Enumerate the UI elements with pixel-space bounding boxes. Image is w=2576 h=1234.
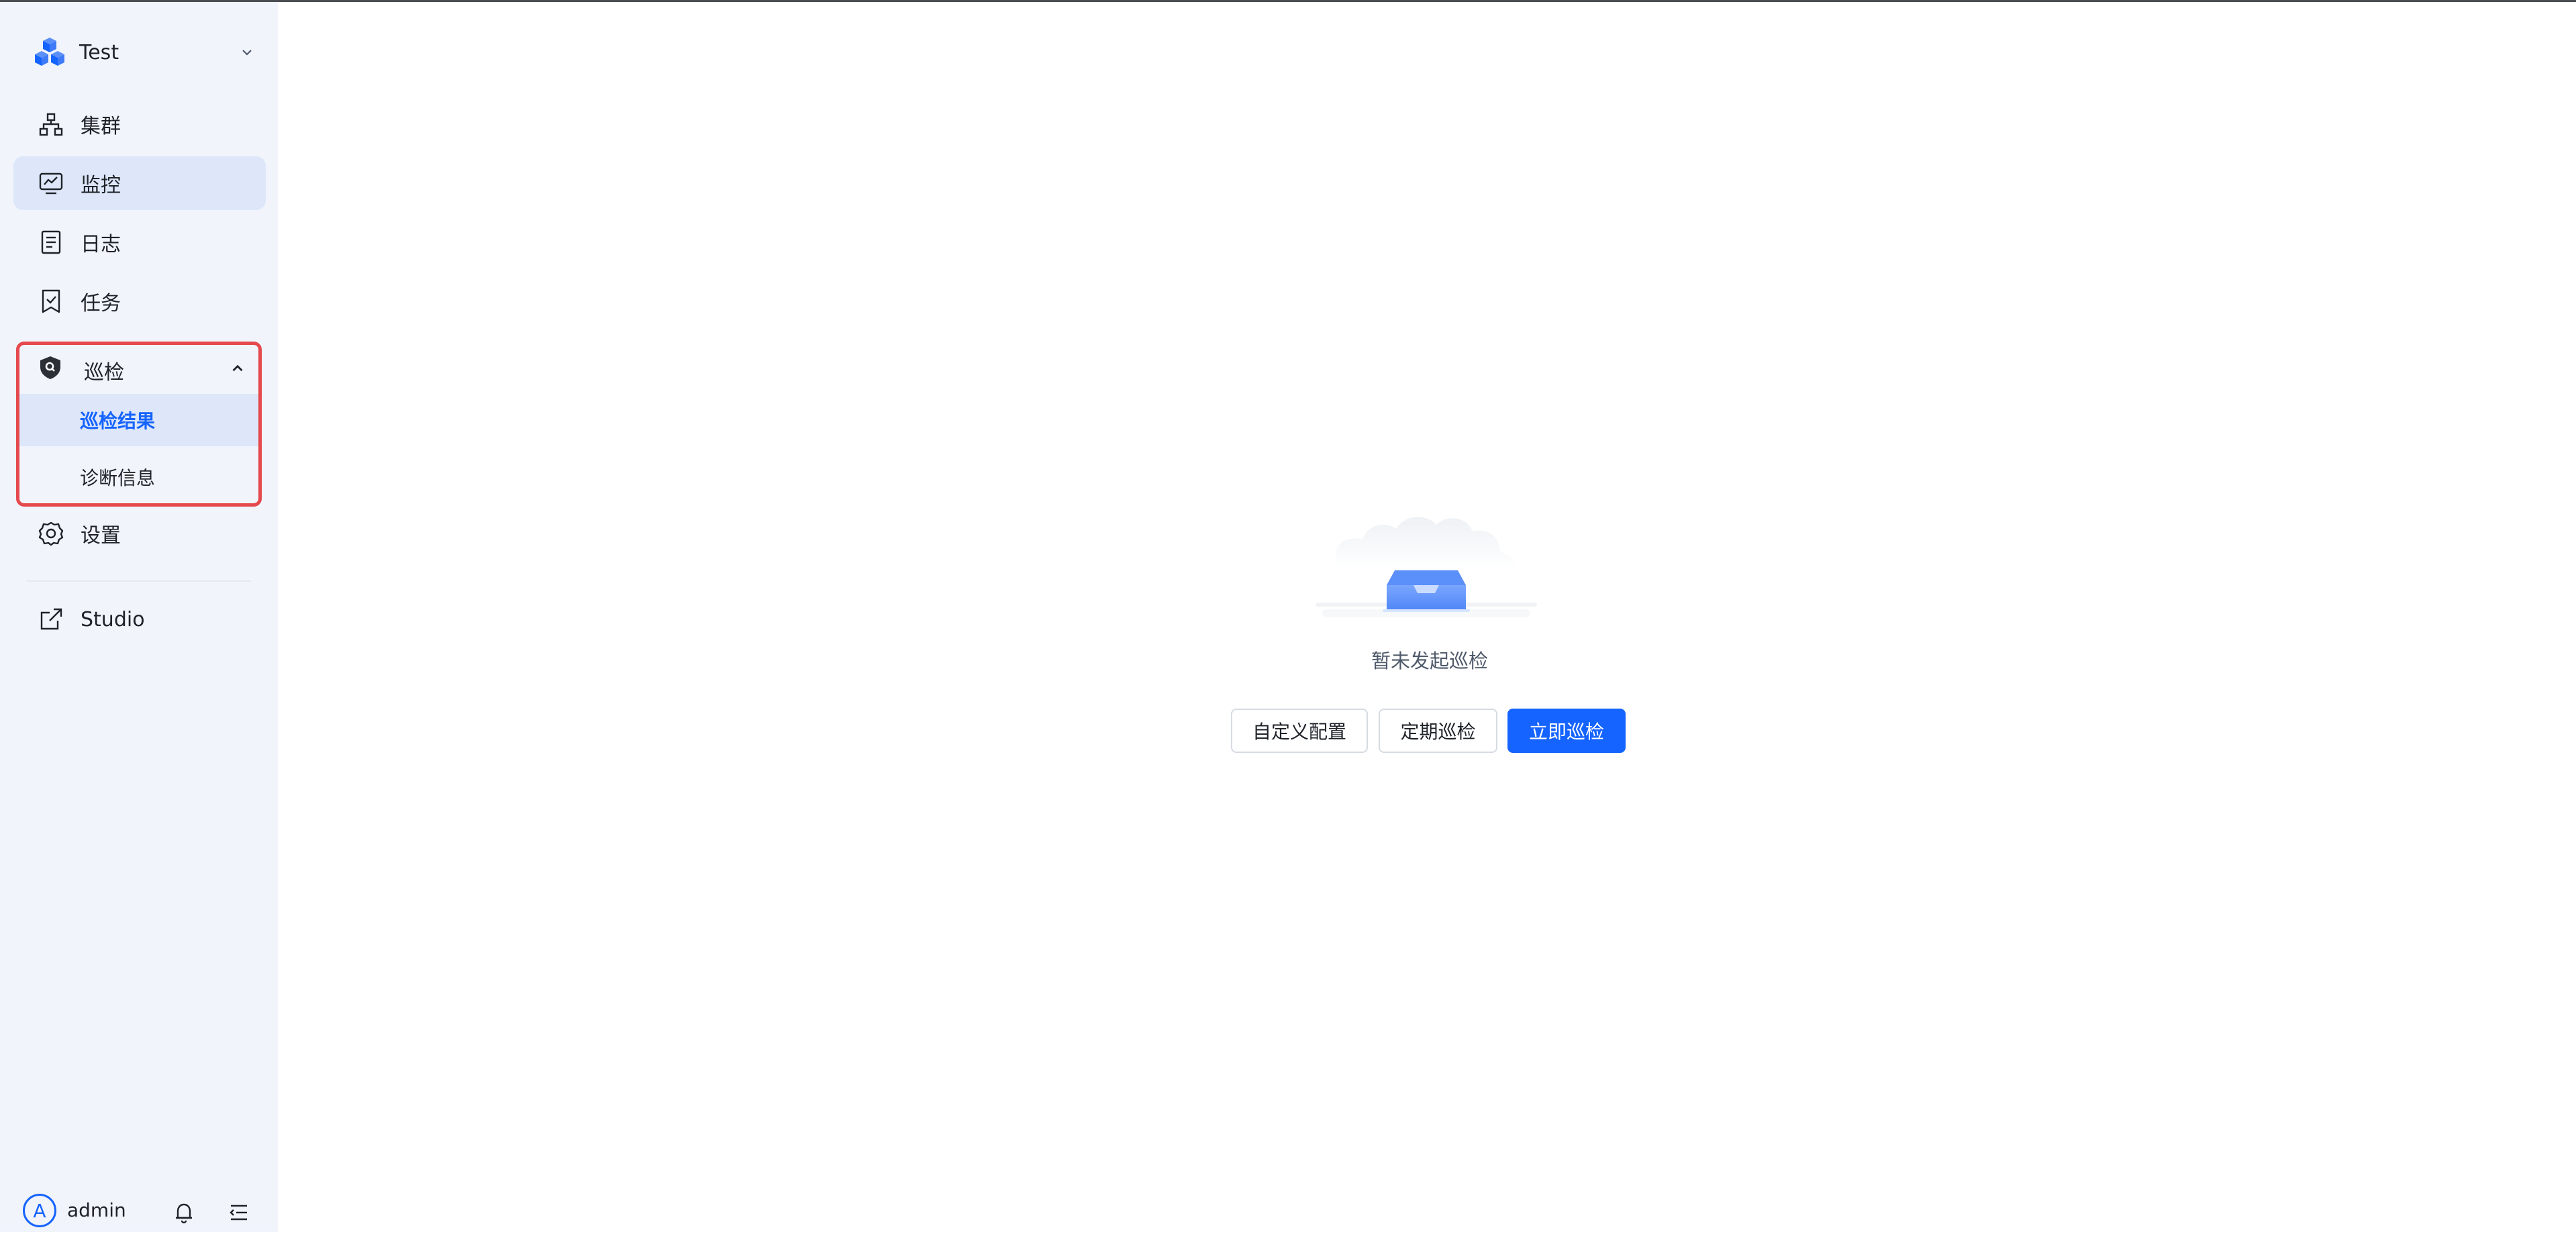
nav-item-settings[interactable]: 设置 xyxy=(13,507,266,560)
task-bookmark-icon xyxy=(42,289,60,313)
nav-item-studio[interactable]: Studio xyxy=(13,593,266,646)
workspace-name: Test xyxy=(79,40,119,64)
bell-icon[interactable] xyxy=(172,1200,196,1225)
shield-search-icon xyxy=(40,356,60,379)
monitor-chart-icon xyxy=(39,172,63,195)
collapse-menu-icon[interactable] xyxy=(227,1200,251,1225)
nav-item-logs[interactable]: 日志 xyxy=(13,215,266,269)
nav-label-settings: 设置 xyxy=(81,524,121,548)
nav-label-studio: Studio xyxy=(81,607,145,631)
gear-icon xyxy=(38,521,64,546)
nav-label-tasks: 任务 xyxy=(81,292,121,315)
nav-subitem-diagnostics[interactable]: 诊断信息 xyxy=(19,451,258,503)
sidebar: Test 集群 监控 日志 任务 巡检 巡检结果 诊断信息 设置 Studio … xyxy=(0,2,278,1232)
custom-config-button[interactable]: 自定义配置 xyxy=(1231,709,1368,753)
nav-sublabel-inspection-results: 巡检结果 xyxy=(80,410,156,432)
run-inspection-now-button[interactable]: 立即巡检 xyxy=(1507,709,1626,753)
sidebar-divider xyxy=(27,580,251,582)
empty-inbox-illustration xyxy=(1316,517,1537,617)
nav-item-inspection[interactable]: 巡检 xyxy=(19,345,258,392)
window-top-border xyxy=(0,0,2576,2)
nav-label-monitor: 监控 xyxy=(81,174,121,197)
avatar[interactable]: A xyxy=(23,1194,56,1227)
chevron-down-icon xyxy=(242,50,252,56)
nav-label-cluster: 集群 xyxy=(81,115,121,138)
nav-item-tasks[interactable]: 任务 xyxy=(13,274,266,328)
nav-item-monitor[interactable]: 监控 xyxy=(13,156,266,210)
cluster-icon xyxy=(39,113,63,136)
nav-subitem-inspection-results[interactable]: 巡检结果 xyxy=(19,394,258,446)
nav-sublabel-diagnostics: 诊断信息 xyxy=(80,467,156,489)
scheduled-inspection-button[interactable]: 定期巡检 xyxy=(1379,709,1497,753)
workspace-switcher[interactable]: Test xyxy=(34,32,255,72)
sidebar-footer: A admin xyxy=(0,1191,278,1234)
cubes-logo-icon xyxy=(35,38,64,66)
nav-item-cluster[interactable]: 集群 xyxy=(13,97,266,151)
empty-state-message: 暂未发起巡检 xyxy=(1371,650,1488,672)
nav-group-inspection: 巡检 巡检结果 诊断信息 xyxy=(16,342,262,507)
document-icon xyxy=(41,230,61,254)
external-link-icon xyxy=(40,608,62,630)
username[interactable]: admin xyxy=(67,1199,126,1221)
nav-label-logs: 日志 xyxy=(81,233,121,256)
nav-label-inspection: 巡检 xyxy=(84,361,124,384)
chevron-up-icon xyxy=(232,364,243,372)
